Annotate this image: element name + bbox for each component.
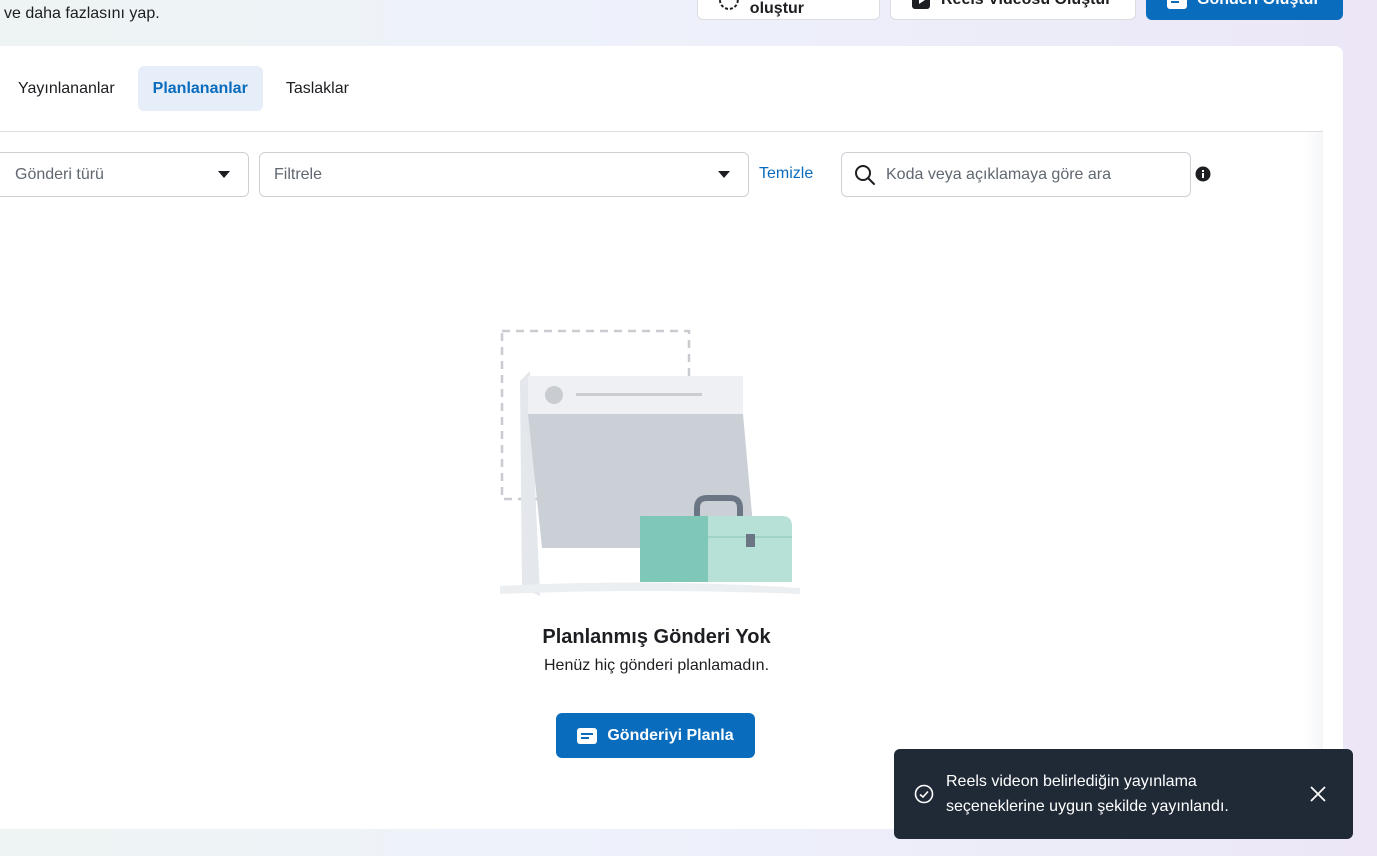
check-circle-icon xyxy=(914,784,934,804)
content-card: Yayınlananlar Planlananlar Taslaklar Gön… xyxy=(0,46,1343,829)
card-scroll-shade xyxy=(1303,132,1323,829)
search-box[interactable] xyxy=(841,152,1191,197)
post-type-select[interactable]: Gönderi türü xyxy=(0,152,249,197)
create-story-label: Hikaye oluştur xyxy=(749,0,805,17)
tab-scheduled[interactable]: Planlananlar xyxy=(137,66,263,111)
post-icon xyxy=(577,727,598,744)
post-type-placeholder: Gönderi türü xyxy=(15,165,104,183)
chevron-down-icon xyxy=(718,171,730,178)
close-icon[interactable] xyxy=(1309,785,1327,803)
reels-icon xyxy=(912,0,930,9)
filter-select[interactable]: Filtrele xyxy=(259,152,749,197)
story-icon xyxy=(718,0,739,10)
success-toast: Reels videon belirlediğin yayınlama seçe… xyxy=(894,749,1353,839)
schedule-post-button[interactable]: Gönderiyi Planla xyxy=(556,713,755,758)
filter-placeholder: Filtrele xyxy=(274,165,323,183)
tab-drafts[interactable]: Taslaklar xyxy=(271,66,364,111)
search-input[interactable] xyxy=(886,165,1166,184)
post-tabs: Yayınlananlar Planlananlar Taslaklar xyxy=(0,66,364,111)
search-icon xyxy=(855,164,875,185)
tab-published[interactable]: Yayınlananlar xyxy=(0,66,130,111)
info-icon[interactable] xyxy=(1195,166,1211,182)
empty-state-title: Planlanmış Gönderi Yok xyxy=(542,626,771,648)
schedule-post-label: Gönderiyi Planla xyxy=(607,726,734,744)
toast-message: Reels videon belirlediğin yayınlama seçe… xyxy=(946,773,1229,815)
empty-calendar-illustration xyxy=(500,329,800,596)
create-post-button[interactable]: Gönderi Oluştur xyxy=(1146,0,1343,20)
tabs-divider xyxy=(0,131,1323,132)
clear-filters-link[interactable]: Temizle xyxy=(759,165,813,183)
chevron-down-icon xyxy=(218,171,230,178)
empty-state-subtitle: Henüz hiç gönderi planlamadın. xyxy=(543,657,770,674)
create-reels-button[interactable]: Reels Videosu Oluştur xyxy=(890,0,1136,20)
create-post-label: Gönderi Oluştur xyxy=(1197,0,1320,9)
post-icon xyxy=(1167,0,1187,9)
create-story-button[interactable]: Hikaye oluştur xyxy=(697,0,880,20)
create-reels-label: Reels Videosu Oluştur xyxy=(941,0,1111,9)
page-subtitle: ve daha fazlasını yap. xyxy=(4,5,160,22)
